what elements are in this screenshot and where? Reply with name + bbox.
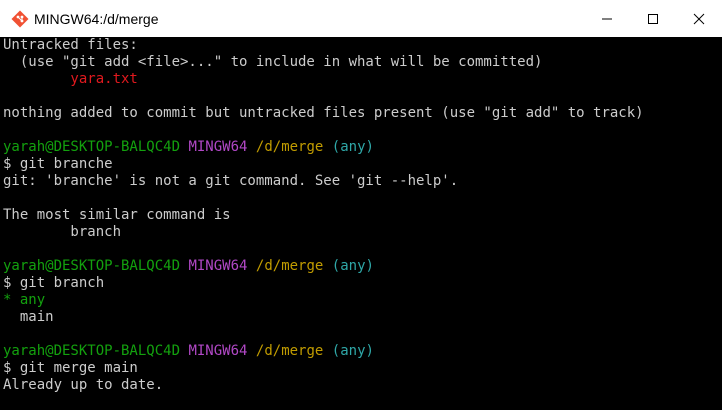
- prompt-path: /d/merge: [255, 258, 324, 274]
- window-title: MINGW64:/d/merge: [34, 10, 159, 27]
- prompt-branch: (any): [331, 139, 374, 155]
- terminal-window: MINGW64:/d/merge Untracked files: (use "…: [0, 0, 722, 410]
- maximize-button[interactable]: [630, 0, 676, 37]
- command-line: $ git merge main: [3, 360, 138, 376]
- close-icon: [693, 13, 705, 24]
- untracked-header: Untracked files:: [3, 37, 138, 53]
- prompt-line: yarah@DESKTOP-BALQC4D MINGW64 /d/merge (…: [3, 258, 714, 275]
- prompt-user: yarah@DESKTOP-BALQC4D: [3, 343, 181, 359]
- minimize-icon: [602, 18, 612, 19]
- prompt-shell: MINGW64: [188, 258, 248, 274]
- window-controls: [584, 0, 722, 37]
- prompt-line: yarah@DESKTOP-BALQC4D MINGW64 /d/merge (…: [3, 343, 714, 360]
- git-bash-icon: [10, 9, 30, 29]
- terminal-output[interactable]: Untracked files: (use "git add <file>...…: [0, 37, 714, 410]
- title-bar[interactable]: MINGW64:/d/merge: [0, 0, 722, 37]
- branch-current: * any: [3, 292, 46, 308]
- command-line: $ git branch: [3, 275, 105, 291]
- command-line: $ git branche: [3, 156, 113, 172]
- prompt-shell: MINGW64: [188, 343, 248, 359]
- prompt-shell: MINGW64: [188, 139, 248, 155]
- branch-other: main: [3, 309, 54, 325]
- error-message: git: 'branche' is not a git command. See…: [3, 173, 459, 189]
- prompt-line: yarah@DESKTOP-BALQC4D MINGW64 /d/merge (…: [3, 139, 714, 156]
- maximize-icon: [648, 13, 658, 24]
- similar-command: branch: [3, 224, 122, 240]
- scrollbar[interactable]: [714, 37, 722, 410]
- minimize-button[interactable]: [584, 0, 630, 37]
- prompt-path: /d/merge: [255, 139, 324, 155]
- prompt-user: yarah@DESKTOP-BALQC4D: [3, 139, 181, 155]
- untracked-hint: (use "git add <file>..." to include in w…: [3, 54, 543, 70]
- prompt-branch: (any): [331, 258, 374, 274]
- prompt-user: yarah@DESKTOP-BALQC4D: [3, 258, 181, 274]
- untracked-file: yara.txt: [3, 71, 138, 87]
- similar-command-header: The most similar command is: [3, 207, 231, 223]
- nothing-added-message: nothing added to commit but untracked fi…: [3, 105, 644, 121]
- merge-result: Already up to date.: [3, 377, 164, 393]
- close-button[interactable]: [676, 0, 722, 37]
- prompt-branch: (any): [331, 343, 374, 359]
- prompt-path: /d/merge: [255, 343, 324, 359]
